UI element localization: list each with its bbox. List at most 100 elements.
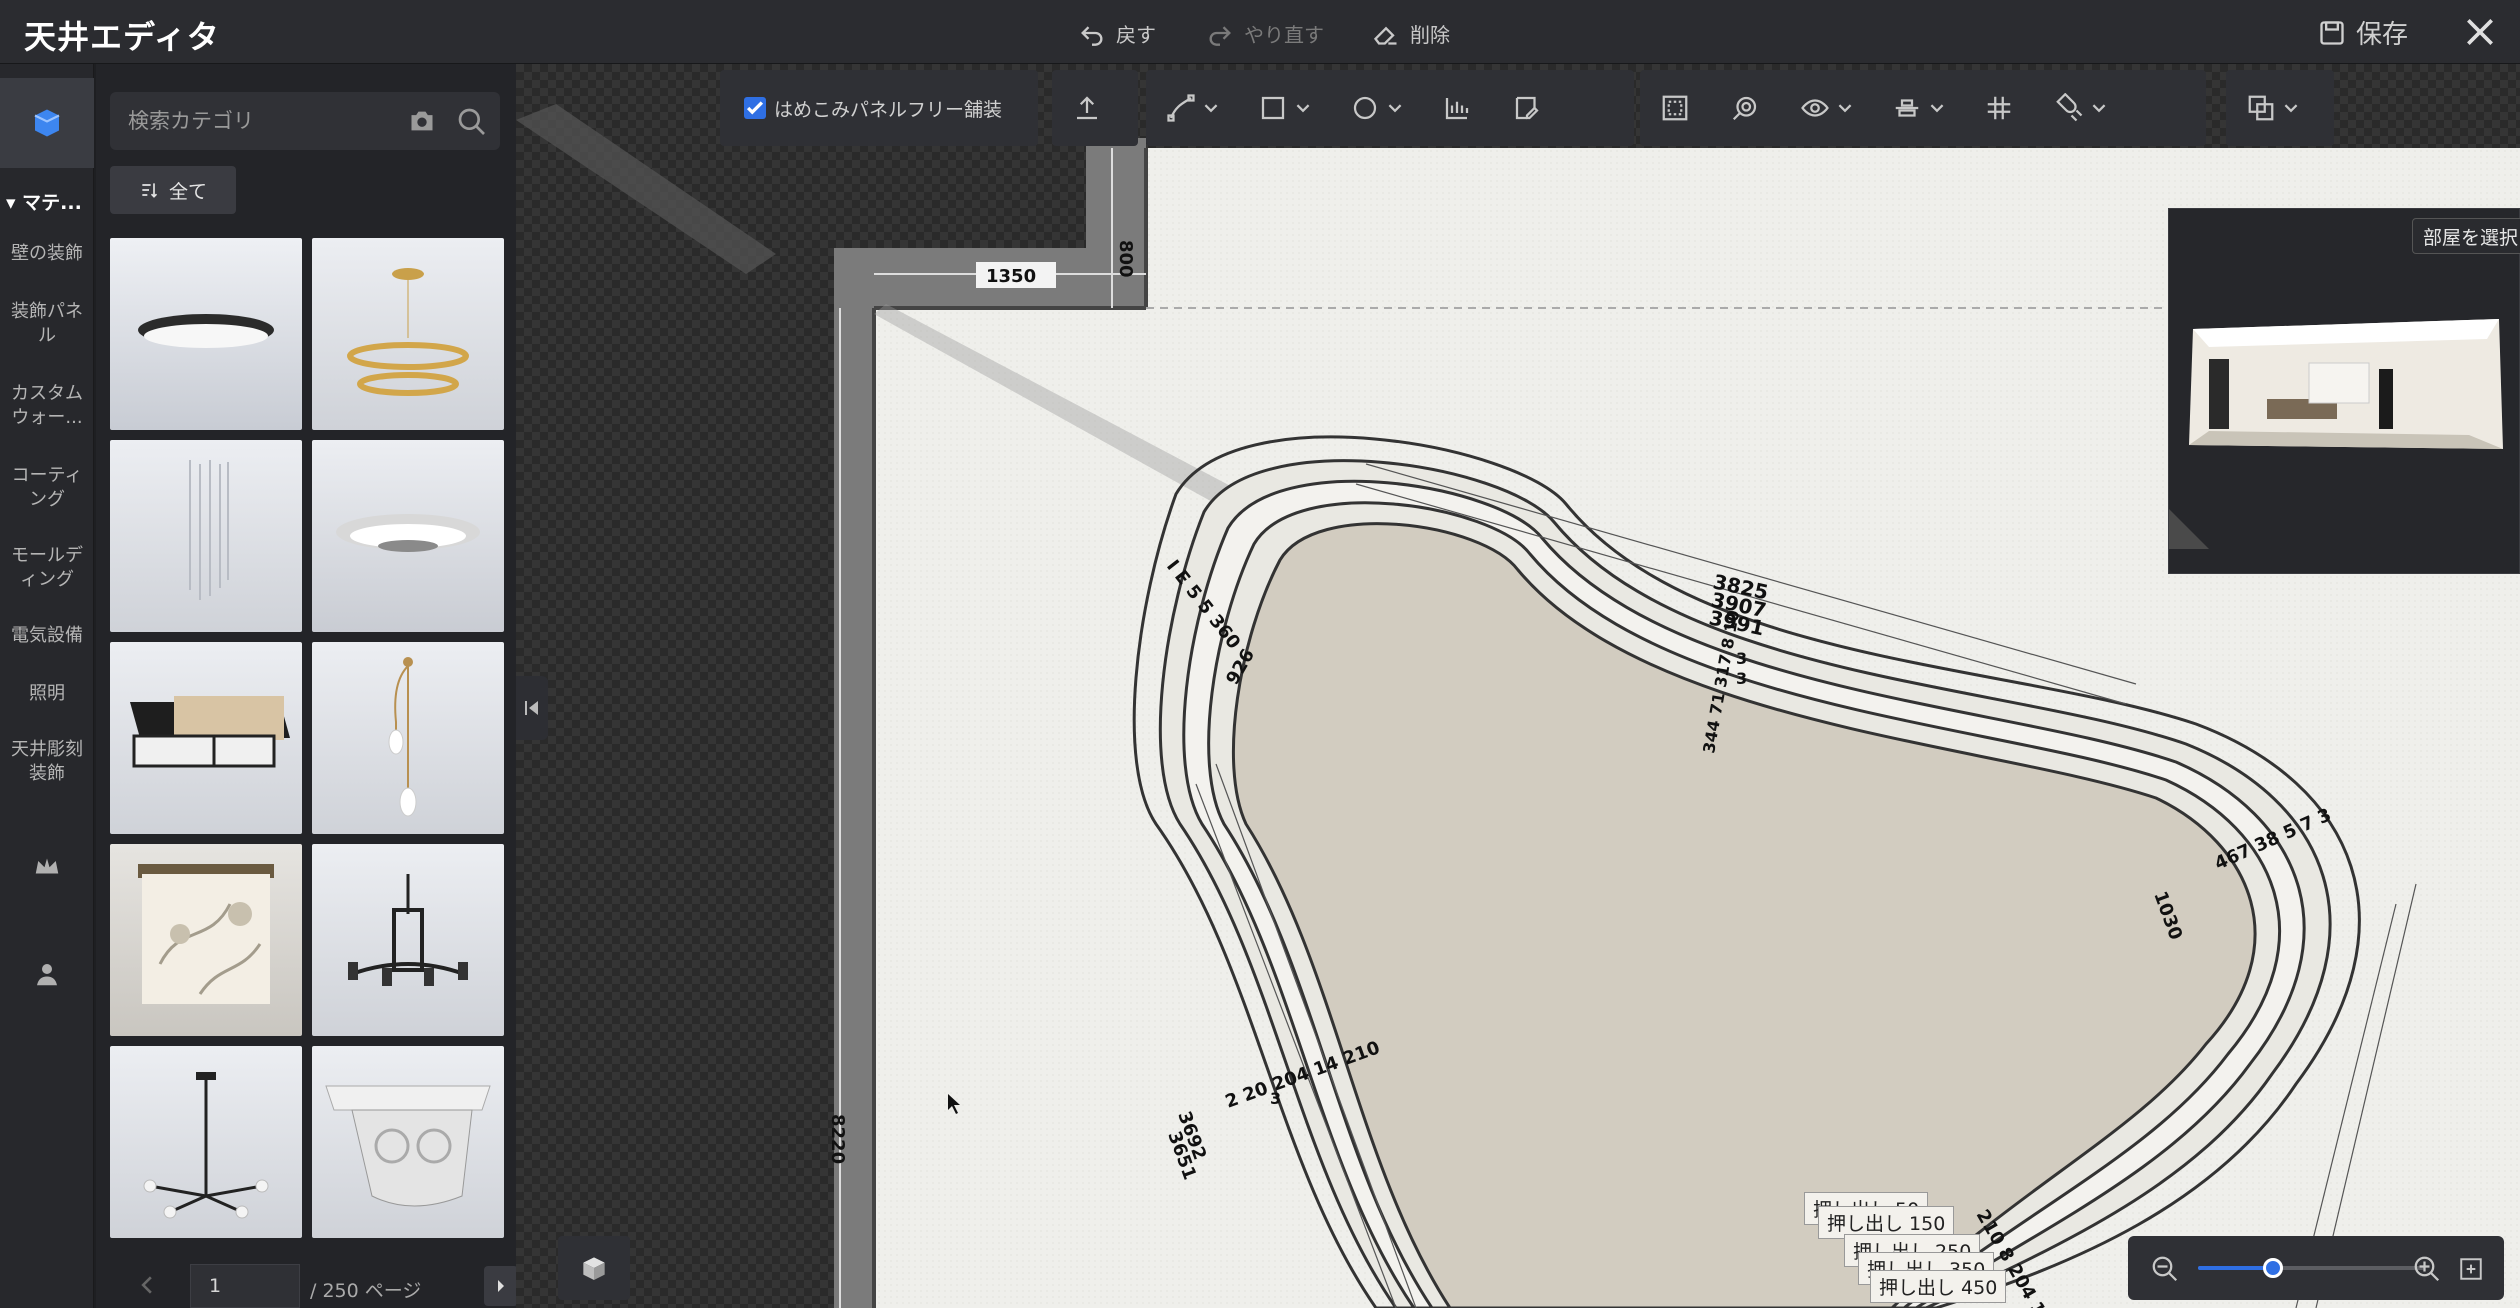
redo-icon xyxy=(1209,26,1231,46)
chevron-down-icon xyxy=(1930,104,1944,113)
eye-icon xyxy=(1801,99,1829,117)
delete-label: 削除 xyxy=(1410,22,1450,47)
frame-icon xyxy=(1662,95,1688,121)
undo-icon xyxy=(1081,26,1103,46)
product-thumb[interactable] xyxy=(312,440,504,632)
chevron-down-icon xyxy=(1296,104,1310,113)
edit-shape-icon xyxy=(1515,96,1539,120)
view-3d-button[interactable] xyxy=(558,1236,630,1300)
collapse-panel-button[interactable] xyxy=(516,676,548,740)
zoom-out-icon[interactable] xyxy=(2150,1254,2180,1284)
white-round-ceiling-light-icon xyxy=(336,514,480,552)
collapse-left-icon xyxy=(525,701,538,715)
grid-tool[interactable] xyxy=(1964,70,2034,146)
align-tool[interactable] xyxy=(1872,70,1964,146)
room-select-button[interactable]: 部屋を選択 xyxy=(2412,218,2520,254)
seamless-checkbox[interactable] xyxy=(744,97,766,119)
undo-button[interactable]: 戻す xyxy=(1078,16,1156,50)
modern-sputnik-chandelier-icon xyxy=(143,1072,269,1219)
rail-item-wall-decor[interactable]: 壁の装飾 xyxy=(0,242,94,266)
undo-label: 戻す xyxy=(1116,22,1156,47)
search-input[interactable] xyxy=(128,92,388,150)
prev-page-icon[interactable] xyxy=(140,1276,154,1294)
save-button[interactable]: 保存 xyxy=(2318,14,2408,51)
rectangle-icon xyxy=(1261,96,1285,120)
seamless-label: はめこみパネルフリー舗装 xyxy=(774,98,1003,121)
product-thumb[interactable] xyxy=(110,844,302,1036)
layout-tools xyxy=(2226,70,2334,146)
visibility-tool[interactable] xyxy=(1780,70,1872,146)
box-3d-icon xyxy=(583,1257,605,1280)
filter-all-button[interactable]: 全て xyxy=(110,166,236,214)
room-3d-thumbnail xyxy=(2169,319,2503,549)
grid-hash-icon xyxy=(1987,96,2011,120)
snap-tool[interactable] xyxy=(2034,70,2126,146)
array-tool[interactable] xyxy=(1422,70,1492,146)
seamless-toggle[interactable]: はめこみパネルフリー舗装 xyxy=(720,70,1038,146)
flat-round-ceiling-light-icon xyxy=(138,314,274,348)
dim-top-width: 1350 xyxy=(986,266,1036,287)
chevron-down-icon xyxy=(1204,104,1218,113)
dim-top-height: 800 xyxy=(1115,240,1136,278)
chevron-down-icon xyxy=(2092,104,2106,113)
room-preview[interactable] xyxy=(2168,208,2520,574)
page-number-input[interactable] xyxy=(190,1264,300,1308)
check-icon xyxy=(746,101,764,115)
product-thumb[interactable] xyxy=(110,642,302,834)
app-title: 天井エディタ xyxy=(24,18,220,56)
export-tool[interactable] xyxy=(1052,70,1138,146)
product-thumb[interactable] xyxy=(110,238,302,430)
rail-model-tab[interactable] xyxy=(0,78,94,168)
rail-item-coating[interactable]: コーティング xyxy=(0,464,94,512)
product-thumb[interactable] xyxy=(312,238,504,430)
edit-shape-tool[interactable] xyxy=(1492,70,1562,146)
gold-ring-chandelier-icon xyxy=(347,268,469,396)
fit-screen-icon[interactable] xyxy=(2458,1256,2484,1282)
title-bar: 天井エディタ 戻す やり直す 削除 保存 xyxy=(0,0,2520,64)
close-button[interactable] xyxy=(2460,12,2500,52)
dim-left: 8220 xyxy=(827,1114,848,1164)
chevron-down-icon xyxy=(1838,104,1852,113)
user-icon[interactable] xyxy=(27,954,67,994)
product-thumb[interactable] xyxy=(312,642,504,834)
upload-icon xyxy=(1077,96,1097,120)
rail-item-electrical[interactable]: 電気設備 xyxy=(0,624,94,648)
rail-item-lighting[interactable]: 照明 xyxy=(0,682,94,706)
redo-button[interactable]: やり直す xyxy=(1206,16,1324,50)
search-icon[interactable] xyxy=(456,106,488,138)
align-center-icon xyxy=(1895,99,1919,117)
eraser-icon xyxy=(1373,26,1397,45)
camera-icon[interactable] xyxy=(408,108,436,134)
crown-icon[interactable] xyxy=(27,846,67,886)
next-page-button[interactable] xyxy=(484,1266,518,1306)
category-head[interactable]: ▾ マテ... xyxy=(6,188,82,215)
magnet-icon xyxy=(2056,93,2083,122)
circle-tool[interactable] xyxy=(1330,70,1422,146)
seamless-checkbox-row[interactable]: はめこみパネルフリー舗装 xyxy=(720,70,1022,146)
product-thumb[interactable] xyxy=(312,1046,504,1238)
inspect-tool[interactable] xyxy=(1710,70,1780,146)
list-filter-icon xyxy=(142,183,158,198)
rail-item-decor-panel[interactable]: 装飾パネル xyxy=(0,300,94,348)
delete-button[interactable]: 削除 xyxy=(1372,16,1450,50)
zoom-control xyxy=(2128,1236,2504,1300)
upload-button[interactable] xyxy=(1052,70,1122,146)
rectangle-tool[interactable] xyxy=(1238,70,1330,146)
pen-tool[interactable] xyxy=(1146,70,1238,146)
extrude-label[interactable]: 押し出し 450 xyxy=(1870,1270,2007,1303)
product-thumb[interactable] xyxy=(312,844,504,1036)
next-page-icon xyxy=(498,1280,504,1292)
rail-item-custom-wall[interactable]: カスタムウォー... xyxy=(0,382,94,430)
rail-item-molding[interactable]: モールディング xyxy=(0,544,94,592)
zoom-slider-thumb[interactable] xyxy=(2262,1258,2283,1278)
zoom-in-icon[interactable] xyxy=(2412,1254,2442,1284)
fit-view-tool[interactable] xyxy=(1640,70,1710,146)
pen-curve-icon xyxy=(1167,94,1195,122)
page-total: / 250 ページ xyxy=(310,1280,422,1302)
rail-item-ceiling-carving[interactable]: 天井彫刻装飾 xyxy=(0,738,94,786)
product-thumb[interactable] xyxy=(110,1046,302,1238)
layers-tool[interactable] xyxy=(2226,70,2318,146)
product-thumb[interactable] xyxy=(110,440,302,632)
crystal-pendant-icon xyxy=(189,460,229,600)
zoom-track[interactable] xyxy=(2198,1258,2424,1278)
